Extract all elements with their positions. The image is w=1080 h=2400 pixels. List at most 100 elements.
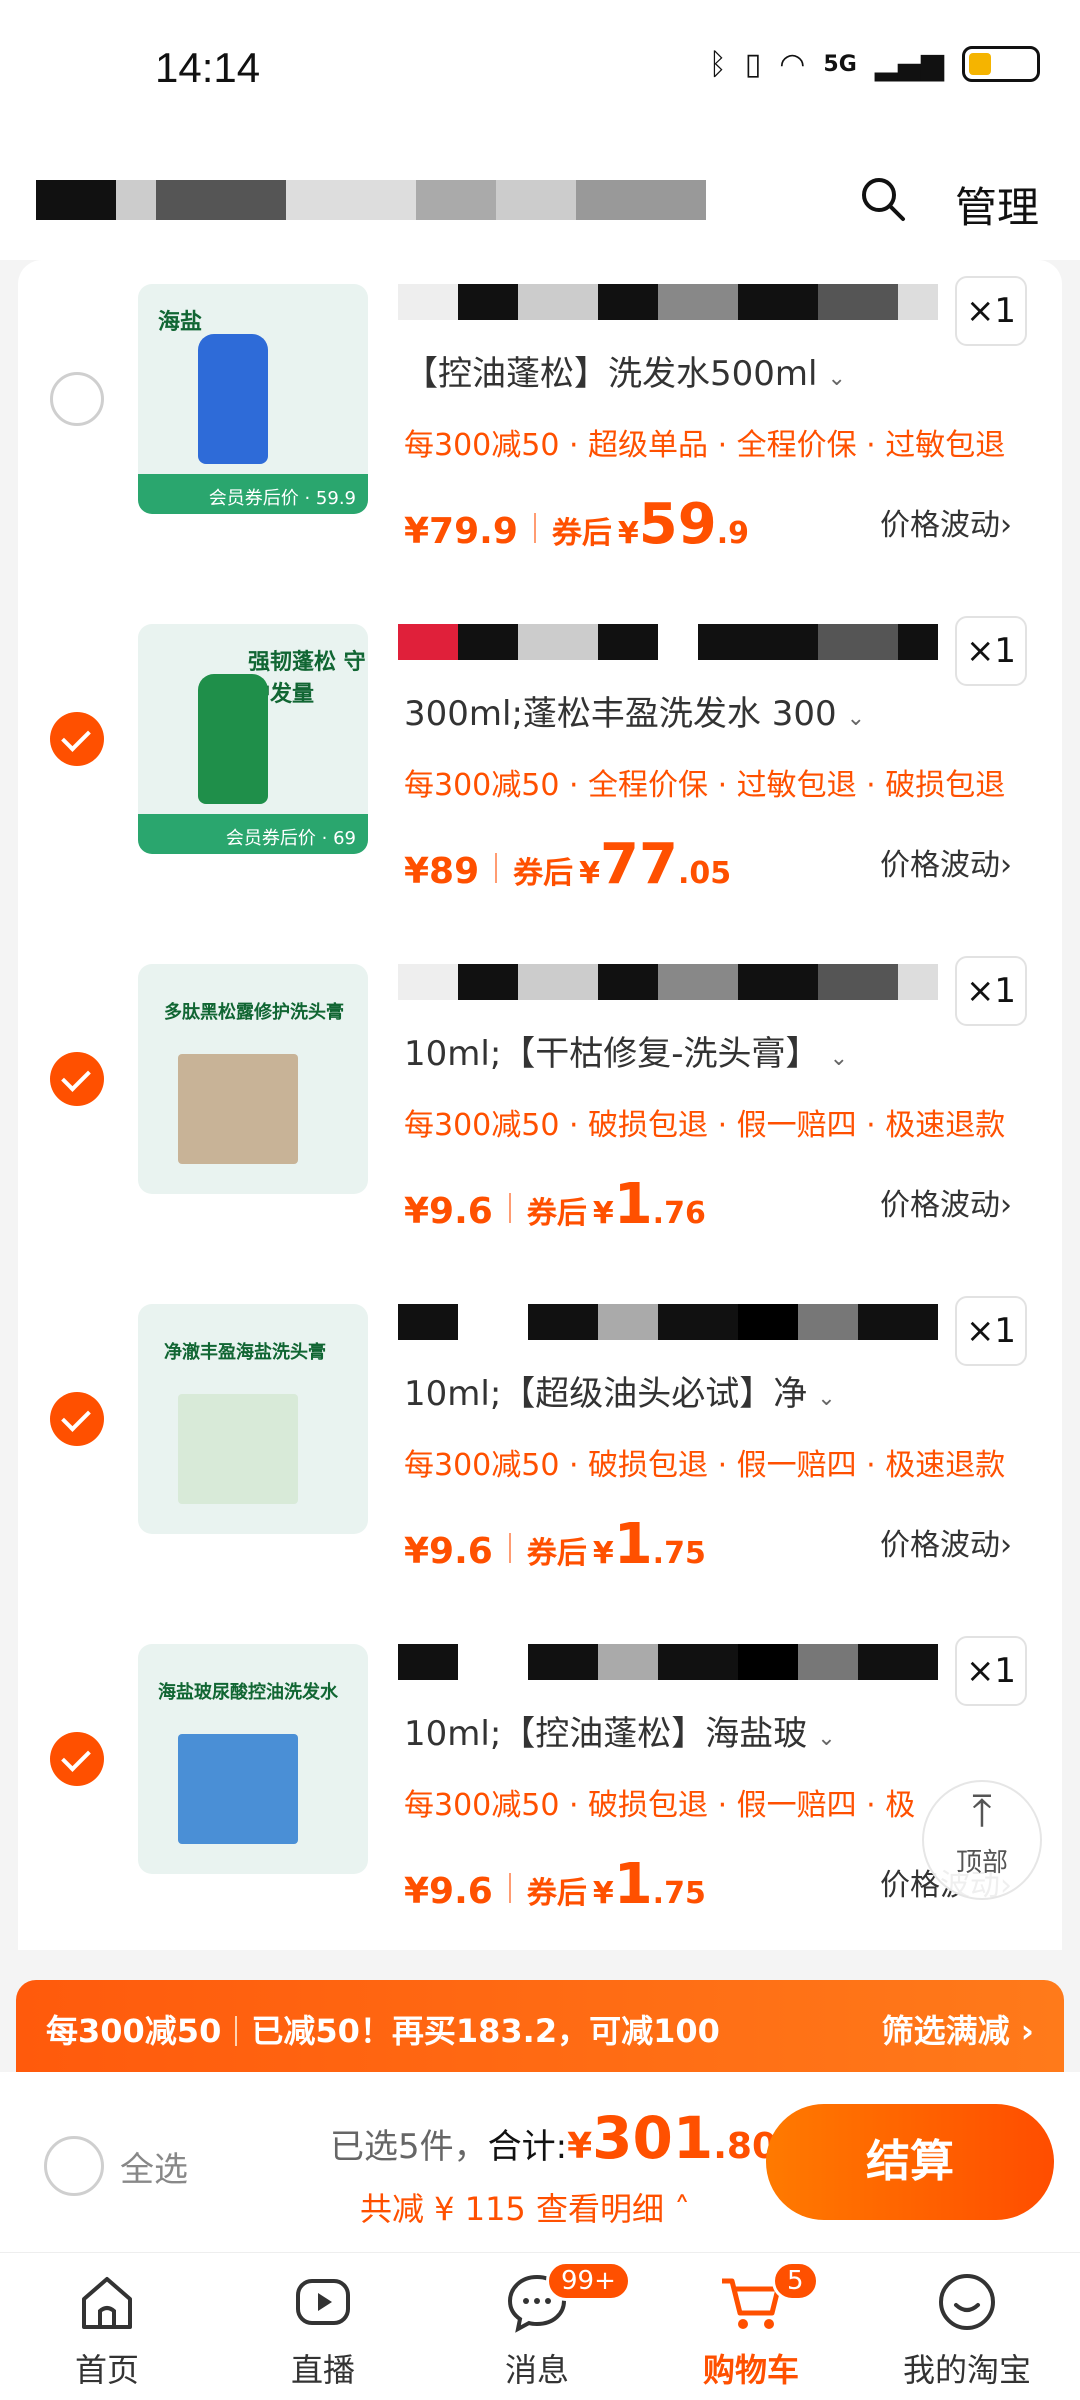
cart-item[interactable]: 海盐玻尿酸控油洗发水 ×1 10ml;【控油蓬松】海盐玻 ⌄ 每300减50 · … — [18, 1620, 1062, 1950]
price-separator — [495, 853, 498, 883]
quantity-button[interactable]: ×1 — [955, 1296, 1027, 1366]
item-spec[interactable]: 【控油蓬松】洗发水500ml ⌄ — [404, 346, 846, 395]
thumb-title: 海盐玻尿酸控油洗发水 — [158, 1682, 338, 1703]
item-price: ¥9.6 — [404, 1531, 493, 1572]
quantity-button[interactable]: ×1 — [955, 616, 1027, 686]
promo-divider — [235, 2016, 238, 2046]
manage-button[interactable]: 管理 — [955, 174, 1039, 235]
product-thumbnail[interactable]: 多肽黑松露修护洗头膏 — [138, 964, 368, 1194]
tab-live[interactable]: 直播 — [248, 2267, 398, 2391]
price-separator — [508, 1193, 511, 1223]
checkout-button[interactable]: 结算 — [766, 2104, 1054, 2220]
savings-detail-link[interactable]: 共减 ¥ 115 查看明细 ˄ — [360, 2184, 690, 2230]
filter-discount-link[interactable]: 筛选满减 › — [882, 2006, 1034, 2052]
home-icon — [82, 2277, 132, 2329]
item-checkbox[interactable] — [50, 372, 104, 426]
tab-messages[interactable]: 99+ 消息 — [462, 2261, 631, 2391]
tab-cart[interactable]: 5 购物车 — [676, 2261, 826, 2391]
chevron-right-icon: › — [1000, 1188, 1012, 1223]
back-to-top-label: 顶部 — [955, 1848, 1008, 1878]
chevron-down-icon: ⌄ — [829, 1046, 848, 1071]
item-price-row: ¥9.6 券后 ¥ 1 .76 — [404, 1172, 706, 1237]
checkout-bar: 全选 已选5件，合计:¥301.80 共减 ¥ 115 查看明细 ˄ 结算 — [0, 2072, 1080, 2252]
coupon-label: 券后 — [513, 856, 574, 891]
fluct-text: 价格波动 — [880, 508, 1000, 543]
after-price-int: 59 — [638, 492, 717, 557]
product-name-redacted — [398, 1304, 938, 1340]
back-to-top-button[interactable]: ⤒ 顶部 — [922, 1780, 1042, 1900]
bottle-image — [198, 334, 268, 464]
chevron-right-icon: › — [1000, 1528, 1012, 1563]
message-badge: 99+ — [546, 2261, 631, 2301]
cart-item[interactable]: 净澈丰盈海盐洗头膏 ×1 10ml;【超级油头必试】净 ⌄ 每300减50 · 破… — [18, 1280, 1062, 1620]
product-name-redacted — [398, 284, 938, 320]
sachet-image — [178, 1054, 298, 1164]
tab-home[interactable]: 首页 — [32, 2267, 182, 2391]
price-fluctuation-link[interactable]: 价格波动› — [880, 1520, 1012, 1564]
cart-item[interactable]: 多肽黑松露修护洗头膏 ×1 10ml;【干枯修复-洗头膏】 ⌄ 每300减50 ·… — [18, 940, 1062, 1280]
price-fluctuation-link[interactable]: 价格波动› — [880, 1180, 1012, 1224]
price-fluctuation-link[interactable]: 价格波动› — [880, 500, 1012, 544]
wifi-icon: ◠ — [779, 46, 806, 82]
quantity-button[interactable]: ×1 — [955, 1636, 1027, 1706]
price-separator — [508, 1533, 511, 1563]
promo-bar-text: 每300减50 已减50！再买183.2，可减100 — [46, 2006, 720, 2052]
status-bar: 14:14 ᛒ ▯ ◠ 5G ▂▄▆ — [0, 0, 1080, 140]
item-checkbox[interactable] — [50, 1392, 104, 1446]
coupon-label: 券后 — [551, 516, 612, 551]
tab-profile[interactable]: 我的淘宝 — [892, 2267, 1042, 2391]
fluct-text: 价格波动 — [880, 848, 1000, 883]
after-price-dec: .9 — [716, 516, 749, 551]
quantity-button[interactable]: ×1 — [955, 956, 1027, 1026]
price-separator — [508, 1873, 511, 1903]
item-spec-text: 【控油蓬松】洗发水500ml — [404, 354, 818, 394]
coupon-label: 券后 — [526, 1536, 587, 1571]
item-spec[interactable]: 10ml;【超级油头必试】净 ⌄ — [404, 1366, 836, 1415]
item-spec[interactable]: 10ml;【干枯修复-洗头膏】 ⌄ — [404, 1026, 848, 1075]
after-price-int: 77 — [600, 832, 678, 897]
item-price-row: ¥9.6 券后 ¥ 1 .75 — [404, 1512, 706, 1577]
item-promo: 每300减50 · 超级单品 · 全程价保 · 过敏包退 — [404, 428, 1006, 463]
chevron-down-icon: ⌄ — [817, 1726, 836, 1751]
product-thumbnail[interactable]: 强韧蓬松 守护发量 会员券后价 · 69 — [138, 624, 368, 854]
product-thumbnail[interactable]: 海盐玻尿酸控油洗发水 — [138, 1644, 368, 1874]
item-spec-text: 10ml;【超级油头必试】净 — [404, 1374, 808, 1414]
sachet-image — [178, 1394, 298, 1504]
total-yen: ¥ — [567, 2126, 593, 2167]
network-label: 5G — [823, 51, 857, 77]
item-price: ¥79.9 — [404, 511, 518, 552]
cart-item[interactable]: 海盐 会员券后价 · 59.9 ×1 【控油蓬松】洗发水500ml ⌄ 每300减… — [18, 260, 1062, 600]
thumb-title: 多肽黑松露修护洗头膏 — [164, 1002, 344, 1023]
cart-item[interactable]: 强韧蓬松 守护发量 会员券后价 · 69 ×1 300ml;蓬松丰盈洗发水 30… — [18, 600, 1062, 940]
total-label: 合计: — [487, 2127, 568, 2167]
status-time: 14:14 — [155, 44, 261, 91]
select-all-label[interactable]: 全选 — [120, 2142, 188, 2191]
product-thumbnail[interactable]: 海盐 会员券后价 · 59.9 — [138, 284, 368, 514]
vibrate-icon: ▯ — [744, 46, 762, 82]
item-checkbox[interactable] — [50, 1732, 104, 1786]
item-checkbox[interactable] — [50, 1052, 104, 1106]
order-summary: 已选5件，合计:¥301.80 — [330, 2104, 777, 2172]
after-price-int: 1 — [613, 1852, 653, 1917]
search-icon[interactable] — [860, 176, 906, 222]
item-spec[interactable]: 10ml;【控油蓬松】海盐玻 ⌄ — [404, 1706, 836, 1755]
tab-label: 购物车 — [702, 2351, 799, 2389]
item-spec-text: 300ml;蓬松丰盈洗发水 300 — [404, 694, 837, 734]
after-yen: ¥ — [592, 1536, 614, 1571]
quantity-button[interactable]: ×1 — [955, 276, 1027, 346]
item-spec-text: 10ml;【干枯修复-洗头膏】 — [404, 1034, 820, 1074]
price-fluctuation-link[interactable]: 价格波动› — [880, 840, 1012, 884]
thumb-title: 净澈丰盈海盐洗头膏 — [164, 1342, 326, 1363]
discount-promo-bar[interactable]: 每300减50 已减50！再买183.2，可减100 筛选满减 › — [16, 1980, 1064, 2072]
product-thumbnail[interactable]: 净澈丰盈海盐洗头膏 — [138, 1304, 368, 1534]
tab-label: 消息 — [504, 2351, 569, 2389]
thumb-band: 会员券后价 · 59.9 — [138, 474, 368, 514]
item-checkbox[interactable] — [50, 712, 104, 766]
coupon-label: 券后 — [526, 1876, 587, 1911]
sachet-image — [178, 1734, 298, 1844]
coupon-label: 券后 — [526, 1196, 587, 1231]
chevron-down-icon: ⌄ — [817, 1386, 836, 1411]
select-all-checkbox[interactable] — [44, 2136, 104, 2196]
cart-header: 管理 — [0, 140, 1080, 260]
item-spec[interactable]: 300ml;蓬松丰盈洗发水 300 ⌄ — [404, 686, 865, 735]
